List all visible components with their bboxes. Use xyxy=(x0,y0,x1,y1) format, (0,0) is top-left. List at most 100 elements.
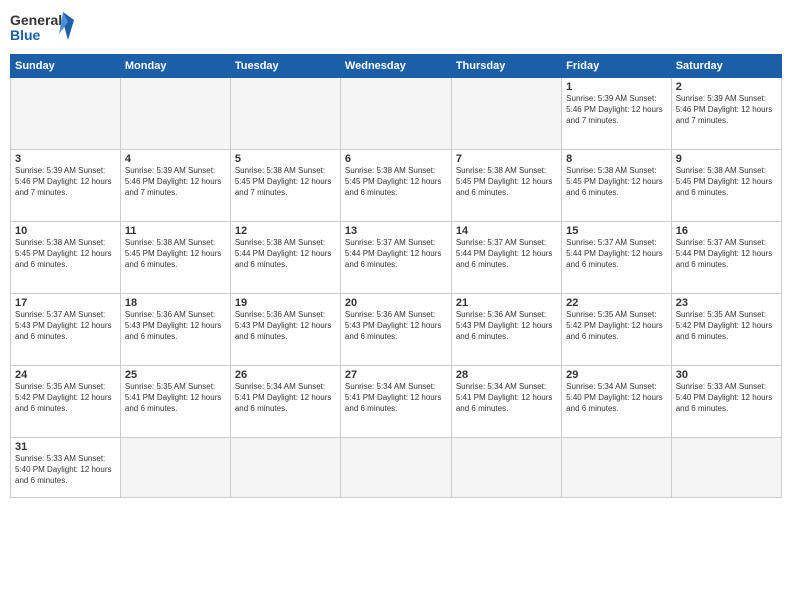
weekday-header-thursday: Thursday xyxy=(451,55,561,78)
calendar-cell: 17Sunrise: 5:37 AM Sunset: 5:43 PM Dayli… xyxy=(11,294,121,366)
day-info: Sunrise: 5:37 AM Sunset: 5:44 PM Dayligh… xyxy=(345,238,447,270)
day-number: 20 xyxy=(345,297,447,309)
calendar-cell: 20Sunrise: 5:36 AM Sunset: 5:43 PM Dayli… xyxy=(340,294,451,366)
calendar-cell: 16Sunrise: 5:37 AM Sunset: 5:44 PM Dayli… xyxy=(671,222,781,294)
day-info: Sunrise: 5:35 AM Sunset: 5:42 PM Dayligh… xyxy=(676,310,777,342)
calendar-cell: 9Sunrise: 5:38 AM Sunset: 5:45 PM Daylig… xyxy=(671,150,781,222)
day-number: 22 xyxy=(566,297,667,309)
day-info: Sunrise: 5:36 AM Sunset: 5:43 PM Dayligh… xyxy=(125,310,226,342)
week-row-2: 3Sunrise: 5:39 AM Sunset: 5:46 PM Daylig… xyxy=(11,150,782,222)
calendar-cell: 29Sunrise: 5:34 AM Sunset: 5:40 PM Dayli… xyxy=(562,366,672,438)
calendar-cell: 15Sunrise: 5:37 AM Sunset: 5:44 PM Dayli… xyxy=(562,222,672,294)
calendar-cell: 18Sunrise: 5:36 AM Sunset: 5:43 PM Dayli… xyxy=(120,294,230,366)
day-info: Sunrise: 5:38 AM Sunset: 5:45 PM Dayligh… xyxy=(235,166,336,198)
day-number: 12 xyxy=(235,225,336,237)
day-number: 27 xyxy=(345,369,447,381)
calendar-cell xyxy=(340,438,451,498)
calendar-cell: 6Sunrise: 5:38 AM Sunset: 5:45 PM Daylig… xyxy=(340,150,451,222)
day-info: Sunrise: 5:38 AM Sunset: 5:45 PM Dayligh… xyxy=(456,166,557,198)
day-info: Sunrise: 5:36 AM Sunset: 5:43 PM Dayligh… xyxy=(235,310,336,342)
calendar-cell: 11Sunrise: 5:38 AM Sunset: 5:45 PM Dayli… xyxy=(120,222,230,294)
calendar-cell xyxy=(11,78,121,150)
weekday-header-monday: Monday xyxy=(120,55,230,78)
calendar-cell: 28Sunrise: 5:34 AM Sunset: 5:41 PM Dayli… xyxy=(451,366,561,438)
day-info: Sunrise: 5:36 AM Sunset: 5:43 PM Dayligh… xyxy=(345,310,447,342)
day-number: 25 xyxy=(125,369,226,381)
calendar-cell: 23Sunrise: 5:35 AM Sunset: 5:42 PM Dayli… xyxy=(671,294,781,366)
day-info: Sunrise: 5:35 AM Sunset: 5:42 PM Dayligh… xyxy=(566,310,667,342)
logo-svg: GeneralBlue xyxy=(10,10,80,48)
calendar-cell xyxy=(451,438,561,498)
weekday-header-wednesday: Wednesday xyxy=(340,55,451,78)
day-number: 1 xyxy=(566,81,667,93)
svg-text:Blue: Blue xyxy=(10,27,41,43)
day-info: Sunrise: 5:34 AM Sunset: 5:41 PM Dayligh… xyxy=(345,382,447,414)
calendar-cell: 26Sunrise: 5:34 AM Sunset: 5:41 PM Dayli… xyxy=(230,366,340,438)
calendar-cell: 31Sunrise: 5:33 AM Sunset: 5:40 PM Dayli… xyxy=(11,438,121,498)
day-number: 4 xyxy=(125,153,226,165)
day-info: Sunrise: 5:37 AM Sunset: 5:44 PM Dayligh… xyxy=(456,238,557,270)
day-info: Sunrise: 5:37 AM Sunset: 5:44 PM Dayligh… xyxy=(676,238,777,270)
calendar-cell: 30Sunrise: 5:33 AM Sunset: 5:40 PM Dayli… xyxy=(671,366,781,438)
weekday-header-tuesday: Tuesday xyxy=(230,55,340,78)
day-number: 31 xyxy=(15,441,116,453)
calendar-cell: 24Sunrise: 5:35 AM Sunset: 5:42 PM Dayli… xyxy=(11,366,121,438)
calendar-table: SundayMondayTuesdayWednesdayThursdayFrid… xyxy=(10,54,782,498)
day-number: 14 xyxy=(456,225,557,237)
weekday-header-sunday: Sunday xyxy=(11,55,121,78)
day-info: Sunrise: 5:37 AM Sunset: 5:43 PM Dayligh… xyxy=(15,310,116,342)
day-number: 15 xyxy=(566,225,667,237)
weekday-header-friday: Friday xyxy=(562,55,672,78)
calendar-cell: 10Sunrise: 5:38 AM Sunset: 5:45 PM Dayli… xyxy=(11,222,121,294)
day-number: 16 xyxy=(676,225,777,237)
day-info: Sunrise: 5:38 AM Sunset: 5:44 PM Dayligh… xyxy=(235,238,336,270)
day-number: 18 xyxy=(125,297,226,309)
day-info: Sunrise: 5:39 AM Sunset: 5:46 PM Dayligh… xyxy=(125,166,226,198)
calendar-cell: 8Sunrise: 5:38 AM Sunset: 5:45 PM Daylig… xyxy=(562,150,672,222)
day-number: 3 xyxy=(15,153,116,165)
weekday-header-saturday: Saturday xyxy=(671,55,781,78)
day-number: 5 xyxy=(235,153,336,165)
calendar-cell: 5Sunrise: 5:38 AM Sunset: 5:45 PM Daylig… xyxy=(230,150,340,222)
day-number: 30 xyxy=(676,369,777,381)
week-row-5: 24Sunrise: 5:35 AM Sunset: 5:42 PM Dayli… xyxy=(11,366,782,438)
day-info: Sunrise: 5:38 AM Sunset: 5:45 PM Dayligh… xyxy=(676,166,777,198)
calendar-cell xyxy=(120,78,230,150)
calendar-cell: 14Sunrise: 5:37 AM Sunset: 5:44 PM Dayli… xyxy=(451,222,561,294)
day-number: 6 xyxy=(345,153,447,165)
calendar-cell xyxy=(230,438,340,498)
day-info: Sunrise: 5:36 AM Sunset: 5:43 PM Dayligh… xyxy=(456,310,557,342)
day-number: 19 xyxy=(235,297,336,309)
calendar-cell: 25Sunrise: 5:35 AM Sunset: 5:41 PM Dayli… xyxy=(120,366,230,438)
calendar-cell xyxy=(340,78,451,150)
calendar-cell xyxy=(562,438,672,498)
day-info: Sunrise: 5:33 AM Sunset: 5:40 PM Dayligh… xyxy=(15,454,116,486)
calendar-cell: 12Sunrise: 5:38 AM Sunset: 5:44 PM Dayli… xyxy=(230,222,340,294)
day-info: Sunrise: 5:34 AM Sunset: 5:41 PM Dayligh… xyxy=(456,382,557,414)
day-number: 26 xyxy=(235,369,336,381)
calendar-cell: 27Sunrise: 5:34 AM Sunset: 5:41 PM Dayli… xyxy=(340,366,451,438)
calendar-cell: 21Sunrise: 5:36 AM Sunset: 5:43 PM Dayli… xyxy=(451,294,561,366)
day-info: Sunrise: 5:38 AM Sunset: 5:45 PM Dayligh… xyxy=(15,238,116,270)
calendar-page: GeneralBlue SundayMondayTuesdayWednesday… xyxy=(0,0,792,612)
logo: GeneralBlue xyxy=(10,10,80,48)
day-info: Sunrise: 5:39 AM Sunset: 5:46 PM Dayligh… xyxy=(676,94,777,126)
day-number: 9 xyxy=(676,153,777,165)
calendar-cell: 22Sunrise: 5:35 AM Sunset: 5:42 PM Dayli… xyxy=(562,294,672,366)
calendar-cell xyxy=(451,78,561,150)
day-number: 2 xyxy=(676,81,777,93)
svg-text:General: General xyxy=(10,12,62,28)
day-info: Sunrise: 5:37 AM Sunset: 5:44 PM Dayligh… xyxy=(566,238,667,270)
calendar-cell: 1Sunrise: 5:39 AM Sunset: 5:46 PM Daylig… xyxy=(562,78,672,150)
day-info: Sunrise: 5:39 AM Sunset: 5:46 PM Dayligh… xyxy=(15,166,116,198)
calendar-cell xyxy=(120,438,230,498)
calendar-cell xyxy=(671,438,781,498)
calendar-cell: 7Sunrise: 5:38 AM Sunset: 5:45 PM Daylig… xyxy=(451,150,561,222)
day-number: 21 xyxy=(456,297,557,309)
week-row-4: 17Sunrise: 5:37 AM Sunset: 5:43 PM Dayli… xyxy=(11,294,782,366)
day-info: Sunrise: 5:39 AM Sunset: 5:46 PM Dayligh… xyxy=(566,94,667,126)
day-info: Sunrise: 5:38 AM Sunset: 5:45 PM Dayligh… xyxy=(125,238,226,270)
calendar-cell: 3Sunrise: 5:39 AM Sunset: 5:46 PM Daylig… xyxy=(11,150,121,222)
day-number: 10 xyxy=(15,225,116,237)
day-number: 29 xyxy=(566,369,667,381)
